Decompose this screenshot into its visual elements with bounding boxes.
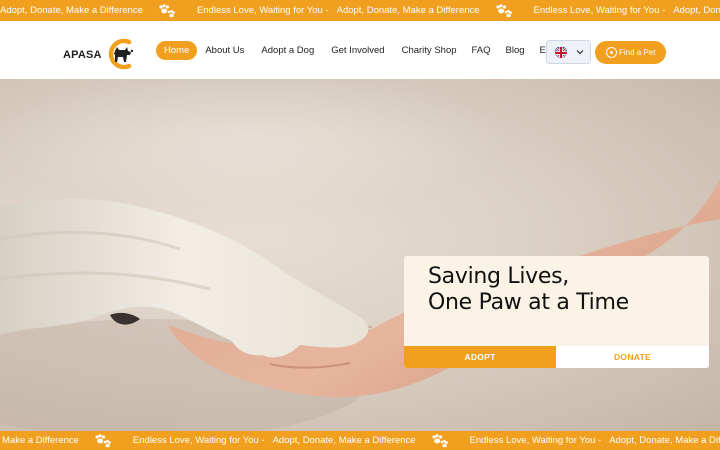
paw-icon (428, 433, 450, 448)
ticker-item: Adopt, Donate, Make a Difference (669, 5, 720, 16)
nav-blog[interactable]: Blog (499, 41, 532, 60)
hero-title-line-1: Saving Lives, (428, 264, 569, 289)
ticker-item: Endless Love, Waiting for You - (466, 435, 606, 446)
ticker-text: Make a Difference (2, 435, 79, 446)
main-nav: Home About Us Adopt a Dog Get Involved C… (156, 41, 577, 60)
ticker-text: Endless Love, Waiting for You - (132, 435, 265, 446)
find-a-pet-label: Find a Pet (619, 48, 656, 57)
nav-about-us[interactable]: About Us (198, 41, 251, 60)
ticker-item: Adopt, Donate, Make a Difference (269, 433, 466, 448)
paw-icon (155, 3, 177, 18)
find-a-pet-button[interactable]: Find a Pet (595, 41, 666, 64)
site-header: APASA Home About Us Adopt a Dog Get Invo… (0, 21, 720, 79)
ticker-text: Adopt, Donate, Make a Difference (0, 5, 143, 16)
ticker-item: Endless Love, Waiting for You - (530, 5, 670, 16)
paw-icon (492, 3, 514, 18)
top-ticker-bar: Adopt, Donate, Make a Difference Endless… (0, 0, 720, 21)
uk-flag-icon (555, 46, 567, 58)
dog-logo-icon (108, 38, 133, 70)
ticker-item: Adopt, Donate, Make a Difference (333, 3, 530, 18)
ticker-item: Adopt, Donate, Make a Difference (0, 3, 193, 18)
logo-text: APASA (63, 49, 102, 61)
ticker-track: Adopt, Donate, Make a Difference Endless… (0, 0, 720, 21)
language-selector[interactable] (546, 40, 591, 64)
ticker-text: Adopt, Donate, Make a Difference (336, 5, 480, 16)
ticker-item: Make a Difference (0, 433, 129, 448)
ticker-item: Adopt, Donate, Make a Difference (605, 434, 720, 448)
chevron-down-icon (576, 50, 584, 55)
pet-icon (606, 47, 617, 58)
nav-adopt-a-dog[interactable]: Adopt a Dog (254, 41, 321, 60)
donate-button[interactable]: DONATE (556, 346, 709, 368)
ticker-item: Endless Love, Waiting for You - (129, 435, 269, 446)
nav-charity-shop[interactable]: Charity Shop (395, 41, 464, 60)
ticker-text: Endless Love, Waiting for You - (469, 435, 602, 446)
ticker-text: Adopt, Donate, Make a Difference (673, 5, 720, 16)
bottom-ticker-bar: Make a Difference Endless Love, Waiting … (0, 431, 720, 450)
hero-card: Saving Lives, One Paw at a Time ADOPT DO… (404, 256, 709, 368)
adopt-button[interactable]: ADOPT (404, 346, 556, 368)
paw-icon (91, 433, 113, 448)
ticker-text: Endless Love, Waiting for You - (533, 5, 666, 16)
nav-get-involved[interactable]: Get Involved (324, 41, 391, 60)
ticker-item: Endless Love, Waiting for You - (193, 5, 333, 16)
ticker-text: Endless Love, Waiting for You - (196, 5, 329, 16)
hero-title-line-2: One Paw at a Time (428, 290, 629, 315)
nav-faq[interactable]: FAQ (465, 41, 498, 60)
hero-image (0, 79, 720, 431)
ticker-text: Adopt, Donate, Make a Difference (609, 435, 720, 446)
ticker-track: Make a Difference Endless Love, Waiting … (0, 431, 720, 450)
nav-home[interactable]: Home (156, 41, 198, 60)
site-logo[interactable]: APASA (63, 38, 139, 72)
hero-title: Saving Lives, One Paw at a Time (428, 264, 629, 316)
hero-banner: Saving Lives, One Paw at a Time ADOPT DO… (0, 79, 720, 431)
ticker-text: Adopt, Donate, Make a Difference (272, 435, 416, 446)
